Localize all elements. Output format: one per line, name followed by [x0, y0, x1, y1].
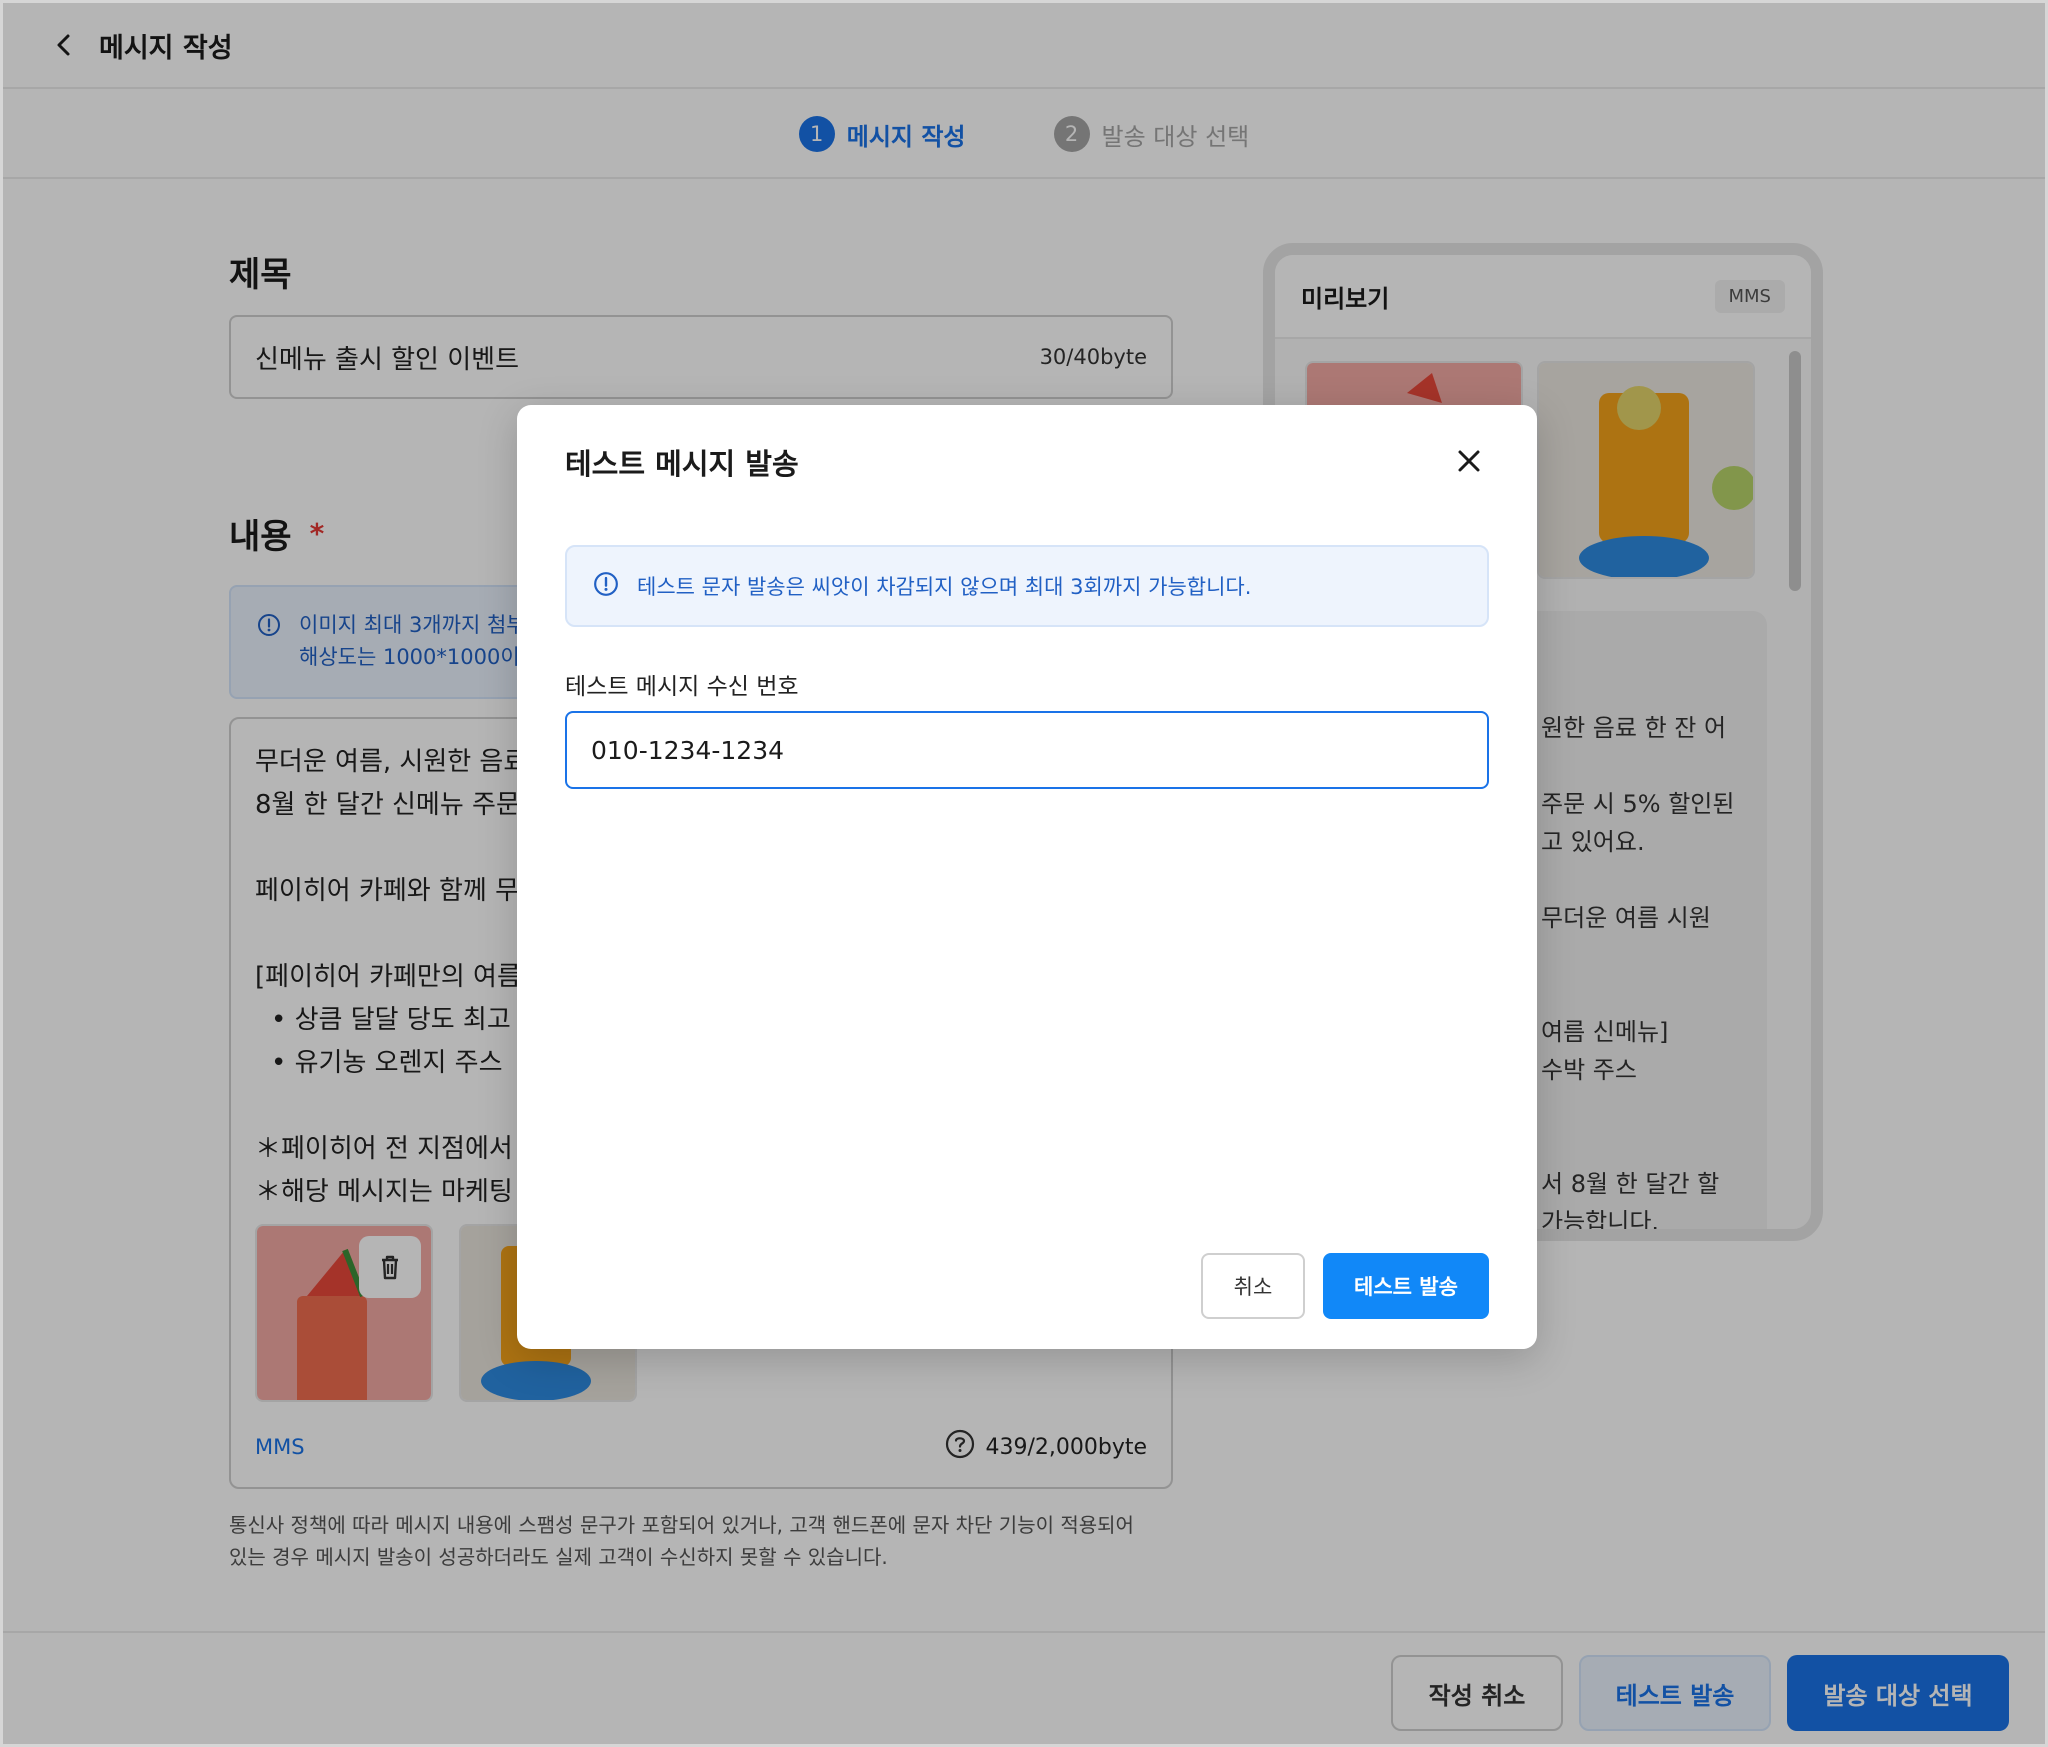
info-icon [593, 571, 619, 602]
close-icon[interactable] [1449, 441, 1489, 481]
modal-title: 테스트 메시지 발송 [565, 447, 799, 481]
test-send-modal: 테스트 메시지 발송 테스트 문자 발송은 씨앗이 차감되지 않으며 최대 3회… [517, 405, 1537, 1349]
modal-info-box: 테스트 문자 발송은 씨앗이 차감되지 않으며 최대 3회까지 가능합니다. [565, 545, 1489, 627]
recipient-number-input[interactable] [565, 711, 1489, 789]
app-window: 메시지 작성 1 메시지 작성 2 발송 대상 선택 제목 신메뉴 출시 할인 … [0, 0, 2048, 1747]
modal-test-send-button[interactable]: 테스트 발송 [1323, 1253, 1489, 1319]
modal-info-text: 테스트 문자 발송은 씨앗이 차감되지 않으며 최대 3회까지 가능합니다. [637, 575, 1252, 599]
modal-cancel-button[interactable]: 취소 [1201, 1253, 1305, 1319]
recipient-number-label: 테스트 메시지 수신 번호 [565, 674, 799, 700]
